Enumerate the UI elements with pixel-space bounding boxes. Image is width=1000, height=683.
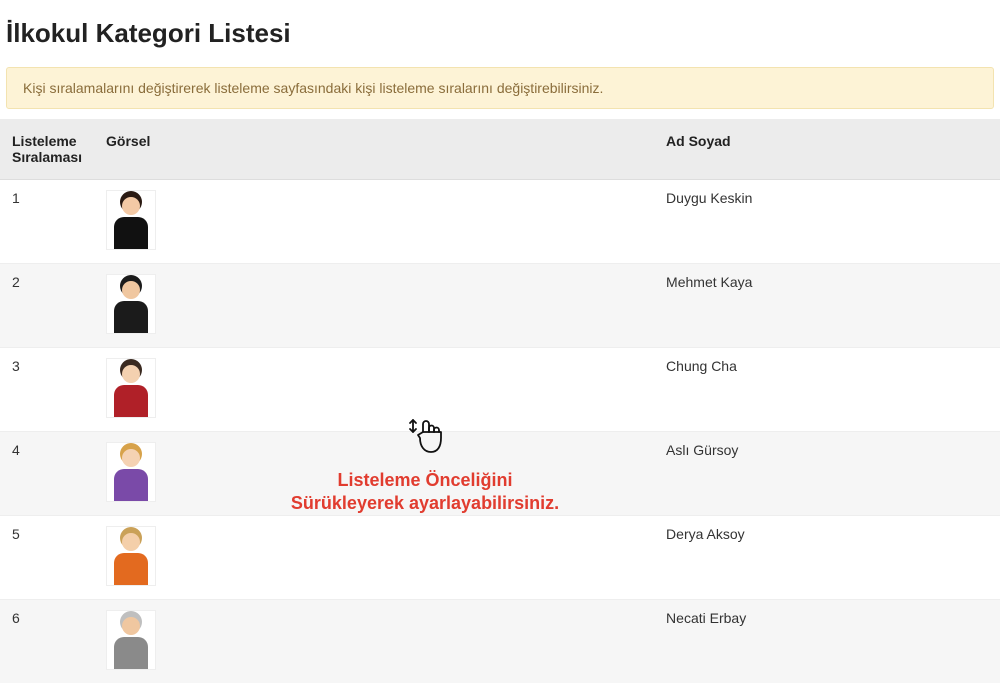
cell-name: Duygu Keskin <box>654 180 1000 264</box>
cell-order: 6 <box>0 600 94 683</box>
table-row[interactable]: 3 Chung Cha <box>0 348 1000 432</box>
th-order: Listeleme Sıralaması <box>0 119 94 180</box>
avatar <box>106 442 156 502</box>
cell-image <box>94 348 654 432</box>
page-title: İlkokul Kategori Listesi <box>0 0 1000 63</box>
cell-name: Necati Erbay <box>654 600 1000 683</box>
avatar <box>106 274 156 334</box>
cell-image <box>94 432 654 516</box>
cell-name: Derya Aksoy <box>654 516 1000 600</box>
avatar <box>106 526 156 586</box>
avatar <box>106 358 156 418</box>
cell-order: 1 <box>0 180 94 264</box>
table-row[interactable]: 5 Derya Aksoy <box>0 516 1000 600</box>
cell-name: Chung Cha <box>654 348 1000 432</box>
info-alert: Kişi sıralamalarını değiştirerek listele… <box>6 67 994 109</box>
cell-order: 2 <box>0 264 94 348</box>
avatar <box>106 610 156 670</box>
cell-image <box>94 516 654 600</box>
table-row[interactable]: 1 Duygu Keskin <box>0 180 1000 264</box>
cell-image <box>94 180 654 264</box>
cell-order: 5 <box>0 516 94 600</box>
table-row[interactable]: 2 Mehmet Kaya <box>0 264 1000 348</box>
table-wrap: Listeleme Sıralaması Görsel Ad Soyad 1 Du… <box>0 119 1000 683</box>
cell-order: 3 <box>0 348 94 432</box>
cell-order: 4 <box>0 432 94 516</box>
table-row[interactable]: 4 Aslı Gürsoy <box>0 432 1000 516</box>
cell-image <box>94 600 654 683</box>
th-image: Görsel <box>94 119 654 180</box>
avatar <box>106 190 156 250</box>
cell-name: Aslı Gürsoy <box>654 432 1000 516</box>
cell-name: Mehmet Kaya <box>654 264 1000 348</box>
table-row[interactable]: 6 Necati Erbay <box>0 600 1000 683</box>
th-name: Ad Soyad <box>654 119 1000 180</box>
people-table: Listeleme Sıralaması Görsel Ad Soyad 1 Du… <box>0 119 1000 683</box>
cell-image <box>94 264 654 348</box>
